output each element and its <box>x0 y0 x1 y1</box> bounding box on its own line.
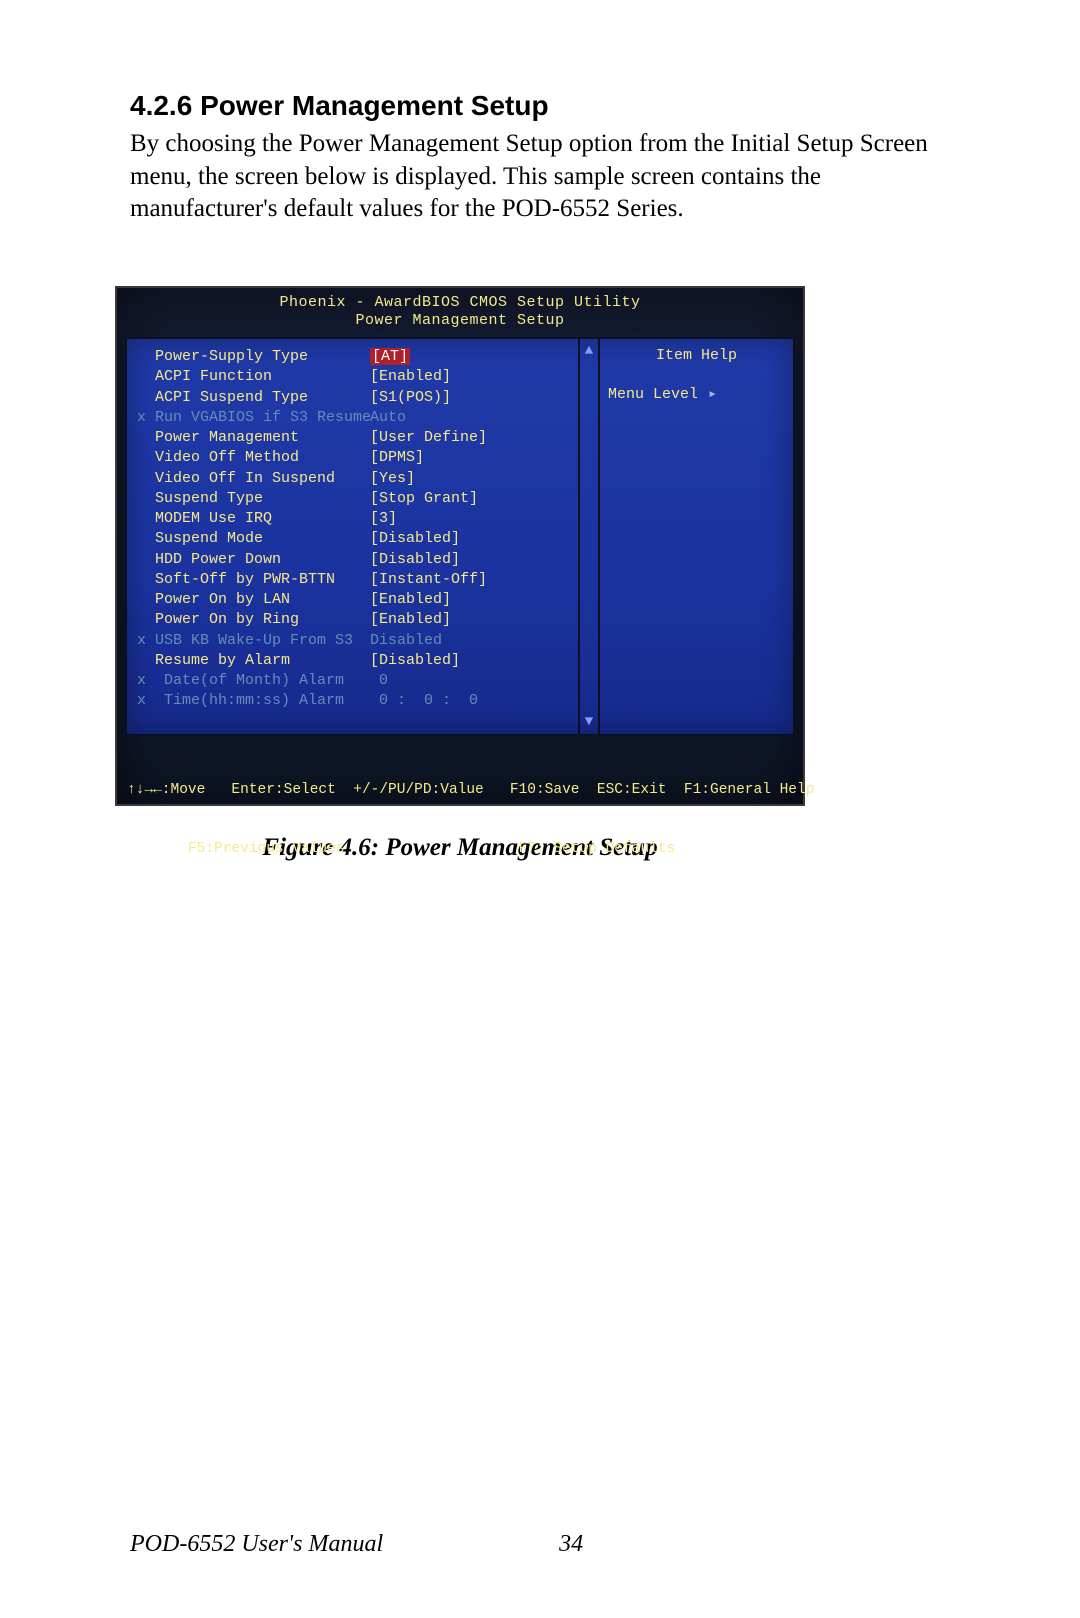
setting-value[interactable]: [Disabled] <box>370 651 460 671</box>
setting-value[interactable]: [S1(POS)] <box>370 388 451 408</box>
row-prefix <box>137 509 155 529</box>
bios-setting-row[interactable]: MODEM Use IRQ[3] <box>137 509 574 529</box>
setting-label: Power On by Ring <box>155 610 370 630</box>
help-title: Item Help <box>608 347 785 364</box>
row-prefix <box>137 367 155 387</box>
legend-line1: ↑↓→←:Move Enter:Select +/-/PU/PD:Value F… <box>127 781 793 801</box>
setting-label: ACPI Suspend Type <box>155 388 370 408</box>
setting-label: Video Off Method <box>155 448 370 468</box>
setting-label: Power-Supply Type <box>155 347 370 367</box>
row-prefix: x <box>137 691 155 711</box>
row-prefix <box>137 469 155 489</box>
row-prefix <box>137 550 155 570</box>
bios-setting-row[interactable]: Suspend Type[Stop Grant] <box>137 489 574 509</box>
bios-title-line1: Phoenix - AwardBIOS CMOS Setup Utility <box>125 294 795 313</box>
setting-value[interactable]: Disabled <box>370 631 442 651</box>
setting-value[interactable]: [Stop Grant] <box>370 489 478 509</box>
row-prefix <box>137 448 155 468</box>
bios-setting-row[interactable]: Video Off Method[DPMS] <box>137 448 574 468</box>
menu-level-label: Menu Level <box>608 386 698 403</box>
setting-value[interactable]: Auto <box>370 408 406 428</box>
bios-setting-row[interactable]: Resume by Alarm[Disabled] <box>137 651 574 671</box>
bios-title-line2: Power Management Setup <box>125 312 795 331</box>
bios-setting-row[interactable]: Power On by LAN[Enabled] <box>137 590 574 610</box>
bios-title: Phoenix - AwardBIOS CMOS Setup Utility P… <box>125 294 795 332</box>
bios-setting-row[interactable]: ACPI Suspend Type[S1(POS)] <box>137 388 574 408</box>
section-paragraph: By choosing the Power Management Setup o… <box>130 128 950 226</box>
row-prefix: x <box>137 408 155 428</box>
setting-value[interactable]: [User Define] <box>370 428 487 448</box>
manual-title: POD-6552 User's Manual <box>130 1531 383 1557</box>
row-prefix <box>137 489 155 509</box>
setting-value[interactable]: [Yes] <box>370 469 415 489</box>
bios-setting-row[interactable]: x Date(of Month) Alarm 0 <box>137 671 574 691</box>
row-prefix <box>137 388 155 408</box>
row-prefix <box>137 347 155 367</box>
bios-settings-pane[interactable]: Power-Supply Type[AT]ACPI Function[Enabl… <box>127 339 578 734</box>
scroll-up-icon[interactable]: ▲ <box>580 343 598 359</box>
bios-setting-row[interactable]: Suspend Mode[Disabled] <box>137 529 574 549</box>
document-page: 4.2.6 Power Management Setup By choosing… <box>0 0 1080 1618</box>
setting-label: Resume by Alarm <box>155 651 370 671</box>
setting-value[interactable]: 0 <box>370 671 388 691</box>
setting-label: HDD Power Down <box>155 550 370 570</box>
row-prefix <box>137 590 155 610</box>
setting-value[interactable]: [Enabled] <box>370 590 451 610</box>
setting-label: MODEM Use IRQ <box>155 509 370 529</box>
setting-value[interactable]: [DPMS] <box>370 448 424 468</box>
chevron-right-icon: ▸ <box>708 386 717 403</box>
bios-setting-row[interactable]: x Time(hh:mm:ss) Alarm 0 : 0 : 0 <box>137 691 574 711</box>
bios-screenshot: Phoenix - AwardBIOS CMOS Setup Utility P… <box>115 286 805 806</box>
setting-label: Soft-Off by PWR-BTTN <box>155 570 370 590</box>
bios-setting-row[interactable]: Video Off In Suspend[Yes] <box>137 469 574 489</box>
section-title: Power Management Setup <box>200 90 549 121</box>
setting-label: Date(of Month) Alarm <box>155 671 370 691</box>
bios-setting-row[interactable]: Power-Supply Type[AT] <box>137 347 574 367</box>
bios-setting-row[interactable]: Soft-Off by PWR-BTTN[Instant-Off] <box>137 570 574 590</box>
legend-line2: F5:Previous Values F7: Setup Defaults <box>127 840 793 860</box>
setting-value[interactable]: [Enabled] <box>370 367 451 387</box>
figure: Phoenix - AwardBIOS CMOS Setup Utility P… <box>115 286 805 862</box>
scroll-down-icon[interactable]: ▼ <box>580 714 598 730</box>
setting-value[interactable]: [Instant-Off] <box>370 570 487 590</box>
page-footer: POD-6552 User's Manual 34 <box>130 1531 583 1558</box>
setting-label: Suspend Mode <box>155 529 370 549</box>
setting-label: Run VGABIOS if S3 Resume <box>155 408 370 428</box>
setting-value[interactable]: 0 : 0 : 0 <box>370 691 478 711</box>
row-prefix <box>137 570 155 590</box>
row-prefix <box>137 610 155 630</box>
row-prefix <box>137 428 155 448</box>
setting-label: USB KB Wake-Up From S3 <box>155 631 370 651</box>
row-prefix <box>137 529 155 549</box>
setting-label: Power On by LAN <box>155 590 370 610</box>
menu-level: Menu Level ▸ <box>608 384 785 403</box>
setting-label: Time(hh:mm:ss) Alarm <box>155 691 370 711</box>
bios-setting-row[interactable]: ACPI Function[Enabled] <box>137 367 574 387</box>
setting-label: Video Off In Suspend <box>155 469 370 489</box>
setting-value[interactable]: [Enabled] <box>370 610 451 630</box>
section-heading: 4.2.6 Power Management Setup <box>130 90 950 122</box>
setting-label: ACPI Function <box>155 367 370 387</box>
setting-value[interactable]: [Disabled] <box>370 550 460 570</box>
row-prefix: x <box>137 631 155 651</box>
bios-scrollbar[interactable]: ▲ ▼ <box>578 339 598 734</box>
bios-body: Power-Supply Type[AT]ACPI Function[Enabl… <box>125 337 795 736</box>
page-number: 34 <box>559 1531 583 1558</box>
setting-value[interactable]: [3] <box>370 509 397 529</box>
bios-setting-row[interactable]: xRun VGABIOS if S3 ResumeAuto <box>137 408 574 428</box>
bios-help-pane: Item Help Menu Level ▸ <box>598 339 793 734</box>
bios-setting-row[interactable]: xUSB KB Wake-Up From S3Disabled <box>137 631 574 651</box>
bios-setting-row[interactable]: HDD Power Down[Disabled] <box>137 550 574 570</box>
row-prefix <box>137 651 155 671</box>
setting-label: Power Management <box>155 428 370 448</box>
bios-setting-row[interactable]: Power Management[User Define] <box>137 428 574 448</box>
setting-value[interactable]: [AT] <box>370 347 410 367</box>
bios-setting-row[interactable]: Power On by Ring[Enabled] <box>137 610 574 630</box>
setting-value[interactable]: [Disabled] <box>370 529 460 549</box>
bios-legend: ↑↓→←:Move Enter:Select +/-/PU/PD:Value F… <box>125 736 795 899</box>
row-prefix: x <box>137 671 155 691</box>
section-number: 4.2.6 <box>130 90 192 121</box>
setting-label: Suspend Type <box>155 489 370 509</box>
